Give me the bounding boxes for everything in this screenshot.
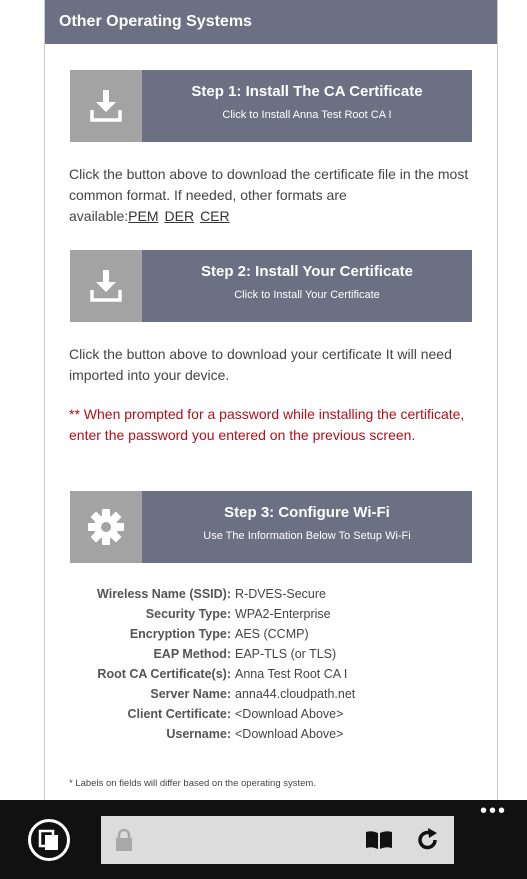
step1-description: Click the button above to download the c… (69, 164, 479, 227)
info-label: Username: (166, 727, 231, 741)
tabs-button[interactable] (28, 819, 70, 861)
info-value: R-DVES-Secure (235, 587, 326, 601)
download-icon (70, 70, 142, 142)
step1-title: Step 1: Install The CA Certificate (191, 83, 423, 100)
info-row-root-ca: Root CA Certificate(s): Anna Test Root C… (67, 664, 355, 684)
info-value: <Download Above> (235, 727, 344, 741)
step2-description: Click the button above to download your … (69, 346, 452, 383)
more-options-button[interactable]: ••• (480, 801, 507, 821)
step3-title: Step 3: Configure Wi-Fi (224, 504, 390, 521)
wifi-info-table: Wireless Name (SSID): R-DVES-Secure Secu… (67, 584, 355, 744)
info-label: Wireless Name (SSID): (97, 587, 231, 601)
refresh-icon[interactable] (415, 827, 441, 853)
info-label: Root CA Certificate(s): (97, 667, 231, 681)
tabs-icon (38, 829, 58, 850)
info-row-username: Username: <Download Above> (67, 724, 355, 744)
step2-install-cert-button[interactable]: Step 2: Install Your Certificate Click t… (70, 250, 472, 322)
info-label: EAP Method: (153, 647, 231, 661)
info-value: AES (CCMP) (235, 627, 309, 641)
password-warning: ** When prompted for a password while in… (69, 406, 465, 443)
step2-title: Step 2: Install Your Certificate (201, 263, 413, 280)
info-row-client-certificate: Client Certificate: <Download Above> (67, 704, 355, 724)
lock-icon (116, 828, 132, 851)
step1-install-ca-button[interactable]: Step 1: Install The CA Certificate Click… (70, 70, 472, 142)
step3-configure-wifi-button[interactable]: Step 3: Configure Wi-Fi Use The Informat… (70, 491, 472, 563)
step2-subtitle: Click to Install Your Certificate (234, 289, 380, 301)
info-value: anna44.cloudpath.net (235, 687, 356, 701)
info-row-eap-method: EAP Method: EAP-TLS (or TLS) (67, 644, 355, 664)
info-row-server-name: Server Name: anna44.cloudpath.net (67, 684, 355, 704)
info-row-ssid: Wireless Name (SSID): R-DVES-Secure (67, 584, 355, 604)
info-value: WPA2-Enterprise (235, 607, 331, 621)
format-link-cer[interactable]: CER (200, 208, 230, 224)
info-row-security-type: Security Type: WPA2-Enterprise (67, 604, 355, 624)
info-label: Client Certificate: (127, 707, 232, 721)
step2-text: Step 2: Install Your Certificate Click t… (142, 250, 472, 322)
info-row-encryption-type: Encryption Type: AES (CCMP) (67, 624, 355, 644)
step3-text: Step 3: Configure Wi-Fi Use The Informat… (142, 491, 472, 563)
os-card: Other Operating Systems Step 1: Install … (44, 0, 498, 800)
footnote: * Labels on fields will differ based on … (69, 778, 316, 789)
format-link-pem[interactable]: PEM (128, 208, 158, 224)
info-label: Security Type: (145, 607, 231, 621)
gear-icon (70, 491, 142, 563)
step1-subtitle: Click to Install Anna Test Root CA I (222, 109, 392, 121)
info-value: <Download Above> (235, 707, 344, 721)
address-bar[interactable] (101, 816, 454, 864)
info-value: EAP-TLS (or TLS) (235, 647, 337, 661)
format-link-der[interactable]: DER (165, 208, 195, 224)
reading-view-icon[interactable] (365, 830, 393, 850)
info-value: Anna Test Root CA I (235, 667, 348, 681)
scrollbar[interactable] (523, 0, 527, 800)
page: Other Operating Systems Step 1: Install … (0, 0, 527, 879)
info-label: Server Name: (150, 687, 231, 701)
browser-bottom-bar: ••• (0, 800, 527, 879)
section-title: Other Operating Systems (45, 0, 497, 44)
step1-text: Step 1: Install The CA Certificate Click… (142, 70, 472, 142)
download-icon (70, 250, 142, 322)
info-label: Encryption Type: (129, 627, 231, 641)
step3-subtitle: Use The Information Below To Setup Wi-Fi (203, 530, 411, 542)
